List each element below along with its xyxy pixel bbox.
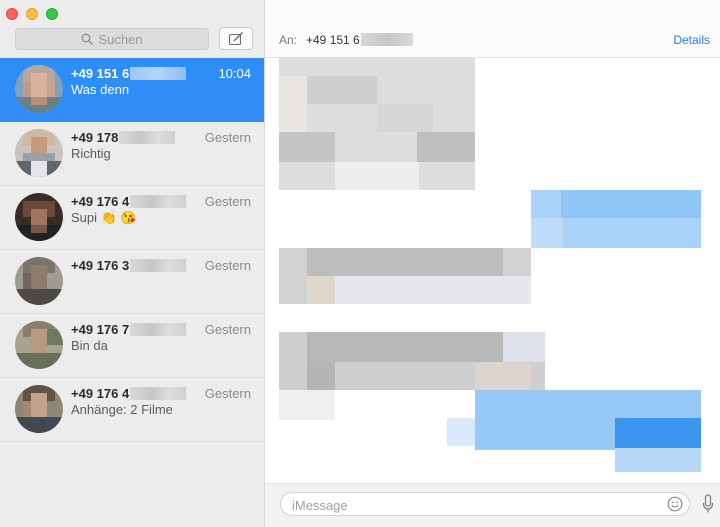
- redacted-number: [130, 387, 187, 400]
- messages-window: Suchen +49 151 6 10:04 Was denn +49 178 …: [0, 0, 720, 527]
- timestamp: Gestern: [204, 194, 251, 209]
- timestamp: Gestern: [204, 322, 251, 337]
- contact-name: +49 176 4: [71, 386, 187, 401]
- message-input-bar: [265, 483, 720, 527]
- message-preview: Anhänge: 2 Filme: [71, 402, 173, 417]
- search-field[interactable]: Suchen: [15, 28, 209, 50]
- message-preview: Was denn: [71, 82, 130, 97]
- avatar: [15, 129, 63, 177]
- avatar: [15, 321, 63, 369]
- window-controls: [6, 8, 58, 20]
- message-preview: Richtig: [71, 146, 111, 161]
- details-button[interactable]: Details: [673, 33, 710, 47]
- avatar: [15, 193, 63, 241]
- compose-icon: [228, 31, 243, 45]
- redacted-number: [360, 33, 413, 46]
- emoji-icon[interactable]: [667, 496, 683, 512]
- recipient-label: An:: [279, 33, 298, 47]
- contact-name: +49 151 6: [71, 66, 187, 81]
- avatar: [15, 385, 63, 433]
- redacted-number: [130, 195, 187, 208]
- conversation-item[interactable]: +49 151 6 10:04 Was denn: [0, 58, 264, 122]
- message-preview: Supi 👏 😘: [71, 210, 137, 225]
- timestamp: 10:04: [218, 66, 251, 81]
- conversation-item[interactable]: +49 176 4 Gestern Anhänge: 2 Filme: [0, 378, 264, 442]
- contact-name: +49 176 3: [71, 258, 187, 273]
- avatar: [15, 257, 63, 305]
- conversation-item[interactable]: +49 176 4 Gestern Supi 👏 😘: [0, 186, 264, 250]
- timestamp: Gestern: [204, 386, 251, 401]
- conversation-header: An: +49 151 6 Details: [265, 0, 720, 58]
- avatar: [15, 65, 63, 113]
- close-window-button[interactable]: [6, 8, 18, 20]
- contact-name: +49 176 7: [71, 322, 187, 337]
- minimize-window-button[interactable]: [26, 8, 38, 20]
- compose-button[interactable]: [219, 27, 253, 50]
- message-input[interactable]: [290, 495, 654, 515]
- conversation-item[interactable]: +49 178 Gestern Richtig: [0, 122, 264, 186]
- conversation-item[interactable]: +49 176 3 Gestern: [0, 250, 264, 314]
- search-placeholder: Suchen: [98, 31, 143, 47]
- message-field[interactable]: [280, 492, 690, 516]
- redacted-number: [130, 259, 187, 272]
- conversation-list: +49 151 6 10:04 Was denn +49 178 Gestern…: [0, 58, 264, 442]
- recipient-field[interactable]: +49 151 6: [306, 33, 413, 47]
- redacted-number: [130, 67, 187, 80]
- conversation-item[interactable]: +49 176 7 Gestern Bin da: [0, 314, 264, 378]
- message-thread: [265, 58, 720, 483]
- sidebar: Suchen +49 151 6 10:04 Was denn +49 178 …: [0, 0, 265, 527]
- search-icon: [82, 33, 94, 45]
- redacted-number: [119, 131, 176, 144]
- redacted-number: [130, 323, 187, 336]
- contact-name: +49 178: [71, 130, 176, 145]
- maximize-window-button[interactable]: [46, 8, 58, 20]
- timestamp: Gestern: [204, 258, 251, 273]
- contact-name: +49 176 4: [71, 194, 187, 209]
- message-preview: Bin da: [71, 338, 108, 353]
- timestamp: Gestern: [204, 130, 251, 145]
- microphone-icon[interactable]: [702, 494, 714, 514]
